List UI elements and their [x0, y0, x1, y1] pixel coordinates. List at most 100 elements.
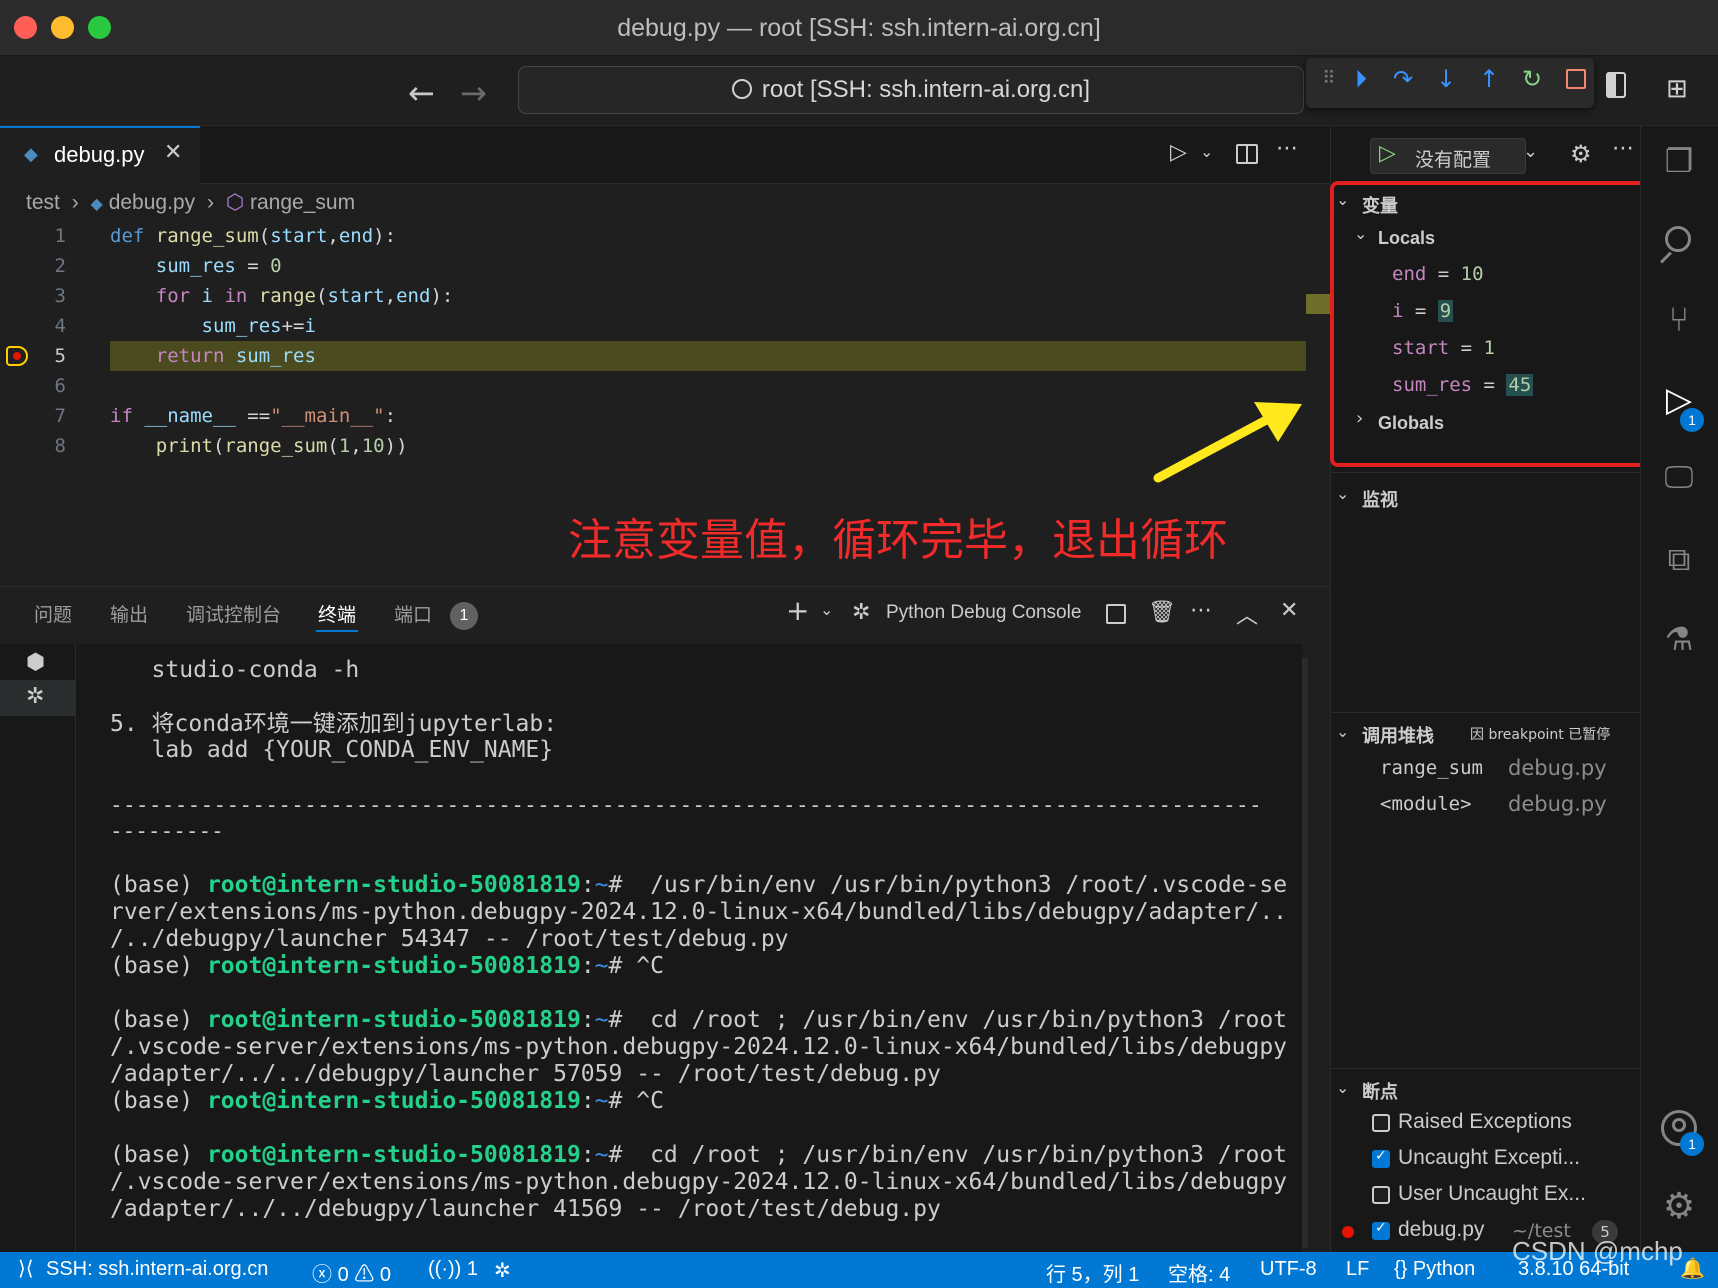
line-number: 3 [54, 285, 66, 307]
raised-exceptions-checkbox[interactable] [1372, 1114, 1390, 1132]
close-tab-icon[interactable]: ✕ [164, 140, 182, 165]
terminal-shell-icon[interactable]: ⬢ [26, 650, 45, 675]
tab-ports[interactable]: 端口 [394, 600, 432, 627]
breakpoint-dot-icon [1342, 1226, 1354, 1238]
more-actions-icon[interactable]: ⋯ [1276, 136, 1298, 161]
drag-handle-icon[interactable]: ⠿ [1312, 62, 1346, 96]
command-center-search[interactable]: root [SSH: ssh.intern-ai.org.cn] [518, 66, 1304, 114]
debug-status-icon[interactable]: ✲ [494, 1258, 511, 1282]
maximize-panel-icon[interactable]: ︿ [1236, 598, 1258, 630]
toggle-sidebar-icon[interactable] [1606, 72, 1626, 98]
remote-indicator[interactable]: ⟩⟨ SSH: ssh.intern-ai.org.cn [0, 1252, 290, 1288]
explorer-icon[interactable]: ❐ [1655, 142, 1703, 190]
split-editor-icon[interactable] [1236, 144, 1258, 164]
chevron-right-icon: › [71, 191, 79, 214]
terminal-line: rver/extensions/ms-python.debugpy-2024.1… [110, 899, 1288, 925]
remote-explorer-icon[interactable]: 🖵 [1655, 460, 1703, 508]
overview-ruler-marker [1306, 294, 1330, 314]
terminal-prompt: (base) root@intern-studio-50081819:~# cd… [110, 1007, 1288, 1033]
annotation-highlight-box [1330, 181, 1650, 467]
chevron-down-icon[interactable]: ⌄ [820, 600, 833, 619]
braces-icon: {} [1394, 1258, 1413, 1280]
watermark: CSDN @mchp [1512, 1236, 1683, 1266]
extensions-icon[interactable]: ⧉ [1655, 540, 1703, 588]
debug-py-breakpoint-checkbox[interactable]: ✓ [1372, 1220, 1390, 1240]
config-label: 没有配置 [1415, 149, 1492, 171]
gear-icon[interactable]: ⚙ [1570, 140, 1592, 168]
code-line: return sum_res [155, 345, 316, 367]
stack-frame-file: debug.py [1508, 792, 1607, 816]
breakpoints-section-title[interactable]: 断点 [1362, 1078, 1398, 1104]
run-icon[interactable]: ▷ [1170, 140, 1187, 165]
tab-debug-py[interactable]: ◆ debug.py ✕ [0, 126, 200, 184]
run-dropdown-icon[interactable]: ⌄ [1200, 142, 1213, 161]
testing-flask-icon[interactable]: ⚗ [1655, 620, 1703, 668]
notifications-bell-icon[interactable]: 🔔 [1680, 1256, 1705, 1280]
problems-indicator[interactable]: ⓧ 0 ⚠ 0 [312, 1258, 391, 1287]
split-terminal-icon[interactable] [1106, 604, 1126, 624]
tab-output[interactable]: 输出 [110, 600, 148, 627]
debug-badge: 1 [1680, 408, 1704, 432]
continue-icon[interactable]: ⏵ [1344, 62, 1378, 96]
close-panel-icon[interactable]: ✕ [1280, 598, 1298, 623]
ports-indicator[interactable]: ((·)) 1 [428, 1258, 478, 1281]
breakpoint-file: debug.py [1398, 1218, 1485, 1241]
forward-arrow-icon[interactable]: → [460, 74, 487, 112]
chevron-right-icon: › [206, 191, 214, 214]
trash-icon[interactable]: 🗑 [1148, 600, 1176, 625]
breadcrumb-folder[interactable]: test [26, 191, 60, 214]
back-arrow-icon[interactable]: ← [408, 74, 435, 112]
stack-frame[interactable]: range_sum [1380, 757, 1483, 779]
accounts-badge: 1 [1680, 1132, 1704, 1156]
language-mode[interactable]: {} Python [1394, 1258, 1475, 1281]
terminal-name[interactable]: Python Debug Console [886, 602, 1081, 624]
breadcrumb-symbol[interactable]: range_sum [250, 191, 355, 214]
step-out-icon[interactable]: ↑ [1472, 62, 1506, 96]
chevron-down-icon[interactable]: ⌄ [1336, 722, 1349, 741]
tab-terminal[interactable]: 终端 [318, 600, 356, 627]
search-icon[interactable] [1655, 222, 1703, 270]
source-control-icon[interactable]: ⑂ [1655, 300, 1703, 348]
step-into-icon[interactable]: ↓ [1429, 62, 1463, 96]
broadcast-icon: ((·)) [428, 1258, 467, 1280]
step-over-icon[interactable]: ↷ [1386, 62, 1420, 96]
stack-frame[interactable]: <module> [1380, 793, 1472, 815]
chevron-down-icon[interactable]: ⌄ [1336, 1078, 1349, 1097]
add-terminal-icon[interactable]: + [786, 594, 809, 627]
terminal-prompt: (base) root@intern-studio-50081819:~# ^C [110, 953, 664, 979]
layout-icon[interactable]: ⊞ [1666, 74, 1688, 104]
code-line: for i in range(start,end): [155, 285, 454, 307]
terminal-prompt: (base) root@intern-studio-50081819:~# cd… [110, 1142, 1288, 1168]
start-debugging-icon[interactable]: ▷ [1379, 141, 1396, 166]
line-number: 5 [54, 345, 66, 367]
user-uncaught-checkbox[interactable] [1372, 1186, 1390, 1204]
remote-label: SSH: ssh.intern-ai.org.cn [46, 1258, 269, 1280]
python-file-icon: ◆ [24, 144, 38, 165]
restart-icon[interactable]: ↻ [1515, 62, 1549, 96]
terminal-scrollbar[interactable] [1302, 658, 1308, 1248]
end-of-line[interactable]: LF [1346, 1258, 1369, 1281]
debug-config-select[interactable]: ▷ 没有配置 ⌄ [1370, 138, 1538, 174]
more-actions-icon[interactable]: ⋯ [1190, 598, 1212, 623]
manage-gear-icon[interactable]: ⚙ [1655, 1186, 1703, 1234]
tab-debug-console[interactable]: 调试控制台 [186, 600, 281, 627]
more-actions-icon[interactable]: ⋯ [1612, 136, 1634, 161]
breadcrumb-file[interactable]: debug.py [109, 191, 195, 214]
warning-icon: ⚠ [348, 1264, 380, 1286]
cursor-position[interactable]: 行 5，列 1 [1046, 1258, 1139, 1287]
uncaught-exceptions-checkbox[interactable]: ✓ [1372, 1148, 1390, 1168]
watch-section-title[interactable]: 监视 [1362, 486, 1398, 512]
terminal-list [0, 644, 76, 1252]
line-number: 2 [54, 255, 66, 277]
code-line: sum_res+=i [201, 315, 316, 337]
terminal-line: studio-conda -h [110, 657, 360, 683]
callstack-section-title[interactable]: 调用堆栈 [1362, 722, 1434, 748]
code-line: print(range_sum(1,10)) [155, 435, 408, 457]
search-icon [731, 79, 752, 99]
tab-problems[interactable]: 问题 [34, 600, 72, 627]
code-line: if __name__ =="__main__": [110, 405, 397, 427]
indentation[interactable]: 空格: 4 [1168, 1258, 1230, 1287]
chevron-down-icon[interactable]: ⌄ [1336, 484, 1349, 503]
encoding[interactable]: UTF-8 [1260, 1258, 1317, 1281]
stop-icon[interactable] [1566, 69, 1586, 89]
